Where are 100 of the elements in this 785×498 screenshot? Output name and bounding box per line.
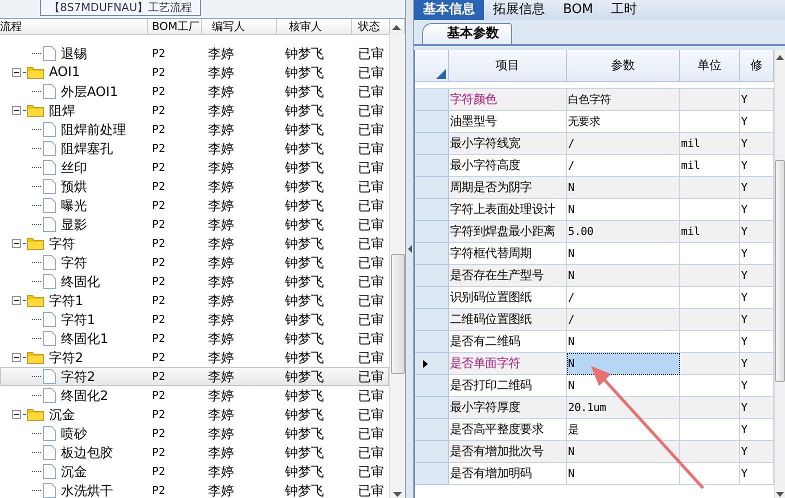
tab[interactable]: 基本信息 (414, 0, 484, 20)
node-label: 阻焊 (48, 102, 75, 120)
table-cell: 最小字符厚度 (449, 397, 567, 419)
table-cell-text: 已审 (357, 444, 385, 462)
row-header[interactable] (415, 397, 449, 419)
table-cell[interactable]: / (567, 155, 680, 177)
scroll-thumb[interactable] (390, 254, 405, 374)
table-cell-text: 李婷 (207, 216, 235, 234)
scroll-thumb[interactable] (775, 160, 785, 382)
node-label: 曝光 (60, 198, 87, 214)
row-header[interactable] (415, 287, 449, 309)
table-cell[interactable]: 20.1um (567, 397, 680, 419)
table-cell[interactable]: 无要求 (567, 111, 680, 133)
table-cell: 周期是否为阴字 (449, 177, 567, 199)
table-cell: mil (680, 133, 740, 155)
table-cell[interactable]: N (567, 463, 680, 485)
table-cell: 是否高平整度要求 (449, 419, 567, 441)
row-header[interactable] (415, 199, 449, 221)
table-cell-text: P2 (151, 275, 166, 288)
row-header[interactable] (415, 243, 449, 265)
table-cell-text: P2 (151, 294, 166, 307)
row-header[interactable] (415, 111, 449, 133)
column-header: 状态 (352, 19, 390, 35)
table-cell-text: 李婷 (207, 84, 235, 100)
table-cell[interactable]: N (567, 375, 680, 397)
node-label: 阻焊前处理 (60, 122, 126, 138)
table-cell-text: 钟梦飞 (284, 464, 325, 480)
tab[interactable]: 工时 (602, 0, 646, 20)
table-cell: 最小字符高度 (449, 155, 567, 177)
panel-tab[interactable]: 【8S7MDUFNAU】工艺流程 (40, 0, 202, 16)
table-cell-text: 李婷 (207, 64, 235, 82)
table-cell[interactable]: N (567, 199, 680, 221)
row-header[interactable] (415, 89, 449, 111)
table-cell[interactable]: / (567, 287, 680, 309)
table-cell[interactable]: 是 (567, 419, 680, 441)
table-cell[interactable]: 5.00 (567, 221, 680, 243)
current-row-indicator[interactable] (415, 353, 449, 375)
table-cell-text: 李婷 (207, 102, 235, 120)
row-header[interactable] (415, 463, 449, 485)
collapse-icon[interactable] (12, 68, 21, 77)
row-header[interactable] (415, 419, 449, 441)
node-label: 沉金 (48, 406, 75, 424)
row-header[interactable] (415, 265, 449, 287)
table-cell[interactable]: N (567, 243, 680, 265)
table-cell: 字符颜色 (449, 89, 567, 111)
table-cell[interactable]: N (567, 331, 680, 353)
table-cell[interactable]: N (567, 177, 680, 199)
collapse-icon[interactable] (12, 106, 21, 115)
node-label: 字符 (48, 236, 75, 252)
document-icon (43, 141, 56, 156)
document-icon (43, 445, 56, 460)
column-header: 核审人 (277, 19, 352, 35)
node-label: 字符1 (60, 312, 96, 328)
tree-row[interactable]: 字符2 P2 李婷 钟梦飞 已审 (0, 367, 390, 386)
table-cell[interactable]: N (567, 353, 680, 375)
table-cell[interactable]: N (567, 265, 680, 287)
table-cell-text: P2 (151, 446, 166, 459)
node-label: AOI1 (48, 65, 80, 80)
row-header[interactable] (415, 177, 449, 199)
table-cell-text: 钟梦飞 (284, 426, 325, 442)
table-cell-text: 已审 (357, 368, 385, 386)
table-cell-text: 已审 (357, 350, 385, 366)
table-cell-text: 钟梦飞 (284, 64, 325, 82)
row-header[interactable] (415, 441, 449, 463)
table-cell-text: P2 (151, 218, 166, 231)
table-cell-text: 李婷 (207, 406, 235, 424)
table-cell: Y (740, 177, 774, 199)
table-cell[interactable]: / (567, 133, 680, 155)
node-label: 板边包胶 (60, 444, 113, 462)
table-cell-text: 已审 (357, 64, 385, 82)
column-header: 项目 (449, 50, 567, 82)
table-cell-text: P2 (151, 256, 166, 269)
collapse-icon[interactable] (12, 410, 21, 419)
table-cell (680, 419, 740, 441)
table-cell[interactable]: N (567, 441, 680, 463)
collapse-icon[interactable] (12, 239, 21, 248)
table-cell (680, 265, 740, 287)
row-header[interactable] (415, 155, 449, 177)
column-header: 编写人 (202, 19, 277, 35)
table-cell-text: 李婷 (207, 198, 235, 214)
table-cell: Y (740, 287, 774, 309)
table-cell: 最小字符线宽 (449, 133, 567, 155)
table-cell: 油墨型号 (449, 111, 567, 133)
collapse-icon[interactable] (12, 296, 21, 305)
tab[interactable]: 拓展信息 (484, 0, 554, 20)
corner-triangle-icon (436, 69, 446, 79)
table-cell (680, 463, 740, 485)
table-cell: 字符上表面处理设计 (449, 199, 567, 221)
row-header[interactable] (415, 221, 449, 243)
tab[interactable]: BOM (554, 0, 602, 20)
table-cell[interactable]: / (567, 309, 680, 331)
table-cell: Y (740, 89, 774, 111)
table-cell (680, 111, 740, 133)
row-header[interactable] (415, 133, 449, 155)
table-cell[interactable]: 白色字符 (567, 89, 680, 111)
collapse-icon[interactable] (12, 353, 21, 362)
tab[interactable]: 基本参数 (422, 23, 512, 44)
table-cell-text: 已审 (357, 254, 385, 272)
table-cell-text: P2 (151, 408, 166, 421)
row-header[interactable] (415, 309, 449, 331)
